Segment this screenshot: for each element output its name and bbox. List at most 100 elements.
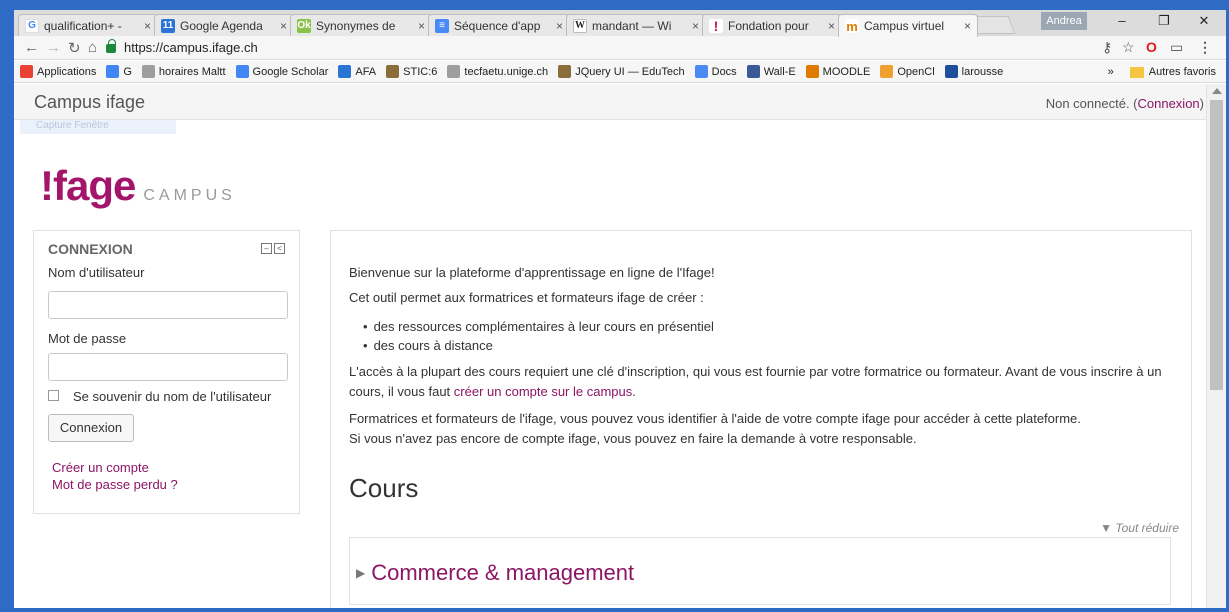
- tab-sequence[interactable]: ≡ Séquence d'app ×: [428, 14, 570, 36]
- lost-password-link[interactable]: Mot de passe perdu ?: [52, 477, 178, 492]
- username-label: Nom d'utilisateur: [48, 265, 145, 280]
- bookmark-item[interactable]: AFA: [338, 65, 376, 78]
- page-icon: [447, 65, 461, 78]
- bookmarks-bar: Applications Ghoraires Maltt Google Schola…: [14, 61, 1226, 83]
- remember-checkbox[interactable]: [48, 390, 59, 401]
- list-item: des ressources complémentaires à leur co…: [363, 317, 714, 336]
- scroll-up-icon[interactable]: [1212, 88, 1222, 94]
- tab-title: Séquence d'app: [454, 18, 541, 33]
- bookmark-label: tecfaetu.unige.ch: [464, 65, 549, 78]
- bookmark-item[interactable]: horaires Maltt: [141, 65, 226, 78]
- login-button[interactable]: Connexion: [48, 414, 134, 442]
- remember-label: Se souvenir du nom de l'utilisateur: [73, 389, 272, 404]
- bookmark-item[interactable]: Google Scholar: [235, 65, 328, 78]
- url-field[interactable]: https://campus.ifage.ch: [106, 38, 1086, 57]
- menu-icon[interactable]: ⋮: [1198, 39, 1212, 56]
- bookmark-item[interactable]: G: [106, 65, 132, 78]
- folder-icon: [1129, 66, 1144, 78]
- bookmark-item[interactable]: Docs: [694, 65, 737, 78]
- close-icon[interactable]: ×: [280, 19, 287, 33]
- close-icon[interactable]: ×: [556, 19, 563, 33]
- bookmark-item[interactable]: Applications: [20, 65, 96, 78]
- bookmark-item[interactable]: STIC:6: [386, 65, 437, 78]
- moodle-icon: [805, 65, 819, 78]
- trainers-text: Formatrices et formateurs de l'ifage, vo…: [349, 411, 1081, 446]
- collapse-block-icon[interactable]: –: [261, 243, 272, 254]
- close-icon[interactable]: ×: [828, 19, 835, 33]
- forward-icon[interactable]: →: [46, 39, 61, 56]
- tab-wikipedia[interactable]: W mandant — Wi ×: [566, 14, 706, 36]
- feature-list: des ressources complémentaires à leur co…: [363, 317, 714, 355]
- tab-google-agenda[interactable]: 11 Google Agenda ×: [154, 14, 294, 36]
- url-text: https://campus.ifage.ch: [124, 40, 258, 55]
- back-icon[interactable]: ←: [24, 39, 39, 56]
- site-name[interactable]: Campus ifage: [34, 92, 145, 113]
- close-icon[interactable]: ×: [144, 19, 151, 33]
- lock-icon: [106, 39, 116, 53]
- tab-strip: G qualification+ - × 11 Google Agenda × …: [14, 10, 1226, 37]
- close-icon[interactable]: ×: [964, 19, 971, 33]
- dock-block-icon[interactable]: <: [274, 243, 285, 254]
- login-info: Non connecté. (Connexion): [1045, 96, 1204, 111]
- capture-tooltip: Capture Fenêtre: [20, 120, 176, 134]
- page-icon: [141, 65, 155, 78]
- login-block: CONNEXION – < Nom d'utilisateur Mot de p…: [33, 230, 300, 514]
- username-input[interactable]: [48, 291, 288, 319]
- reload-icon[interactable]: ↻: [68, 39, 81, 57]
- synonymes-icon: Ok: [297, 18, 311, 33]
- triangle-right-icon: ▶: [356, 566, 366, 580]
- bookmark-item[interactable]: Wall-E: [746, 65, 796, 78]
- tab-campus-virtuel[interactable]: m Campus virtuel ×: [838, 14, 978, 37]
- tab-fondation[interactable]: ! Fondation pour ×: [702, 14, 842, 36]
- bookmark-label: Wall-E: [763, 65, 796, 78]
- intro-text: Cet outil permet aux formatrices et form…: [349, 290, 704, 305]
- docs-icon: [694, 65, 708, 78]
- create-campus-account-link[interactable]: créer un compte sur le campus: [454, 384, 632, 399]
- logo-main: !fage: [40, 162, 136, 209]
- close-icon[interactable]: ×: [418, 19, 425, 33]
- bookmark-label: horaires Maltt: [158, 65, 226, 78]
- docs-icon: ≡: [435, 18, 449, 33]
- minimize-icon[interactable]: –: [1112, 13, 1132, 28]
- maximize-icon[interactable]: ❐: [1154, 13, 1174, 29]
- apps-icon: [20, 65, 33, 78]
- create-account-link[interactable]: Créer un compte: [52, 460, 149, 475]
- scroll-thumb[interactable]: [1210, 100, 1223, 390]
- bookmark-star-icon[interactable]: ☆: [1122, 39, 1135, 56]
- key-icon[interactable]: ⚷: [1102, 39, 1112, 56]
- profile-badge[interactable]: Andrea: [1041, 12, 1087, 30]
- collapse-all-link[interactable]: ▼ Tout réduire: [1100, 521, 1179, 535]
- other-bookmarks[interactable]: Autres favoris: [1149, 66, 1216, 78]
- tab-qualification[interactable]: G qualification+ - ×: [18, 14, 158, 36]
- document-icon[interactable]: ▭: [1170, 39, 1183, 56]
- opera-icon[interactable]: O: [1146, 39, 1157, 55]
- more-bookmarks-button[interactable]: »: [1108, 66, 1114, 78]
- scholar-icon: [235, 65, 249, 78]
- tab-synonymes[interactable]: Ok Synonymes de ×: [290, 14, 432, 36]
- list-item: des cours à distance: [363, 336, 714, 355]
- bookmark-item[interactable]: tecfaetu.unige.ch: [447, 65, 548, 78]
- logo-sub: CAMPUS: [143, 187, 236, 204]
- login-link[interactable]: Connexion: [1138, 96, 1200, 111]
- bookmark-item[interactable]: OpenCl: [880, 65, 935, 78]
- main-content: Bienvenue sur la plateforme d'apprentiss…: [330, 230, 1192, 608]
- close-window-icon[interactable]: ✕: [1194, 13, 1214, 29]
- ifage-logo[interactable]: !fage CAMPUS: [40, 162, 236, 210]
- google-icon: G: [25, 18, 39, 33]
- password-input[interactable]: [48, 353, 288, 381]
- bookmark-item[interactable]: MOODLE: [805, 65, 870, 78]
- site-header: Campus ifage Non connecté. (Connexion): [14, 84, 1206, 120]
- gnu-icon: [558, 65, 572, 78]
- browser-window: G qualification+ - × 11 Google Agenda × …: [14, 10, 1226, 608]
- gnu-icon: [386, 65, 400, 78]
- access-text: L'accès à la plupart des cours requiert …: [349, 364, 1162, 399]
- vertical-scrollbar[interactable]: [1206, 84, 1226, 608]
- course-category-commerce[interactable]: ▶ Commerce & management: [356, 560, 634, 586]
- bookmark-item[interactable]: larousse: [944, 65, 1003, 78]
- home-icon[interactable]: ⌂: [88, 39, 97, 56]
- bookmark-item[interactable]: JQuery UI — EduTech: [558, 65, 685, 78]
- bookmark-label: AFA: [355, 65, 377, 78]
- tab-title: mandant — Wi: [592, 18, 672, 33]
- close-icon[interactable]: ×: [692, 19, 699, 33]
- facebook-icon: [746, 65, 760, 78]
